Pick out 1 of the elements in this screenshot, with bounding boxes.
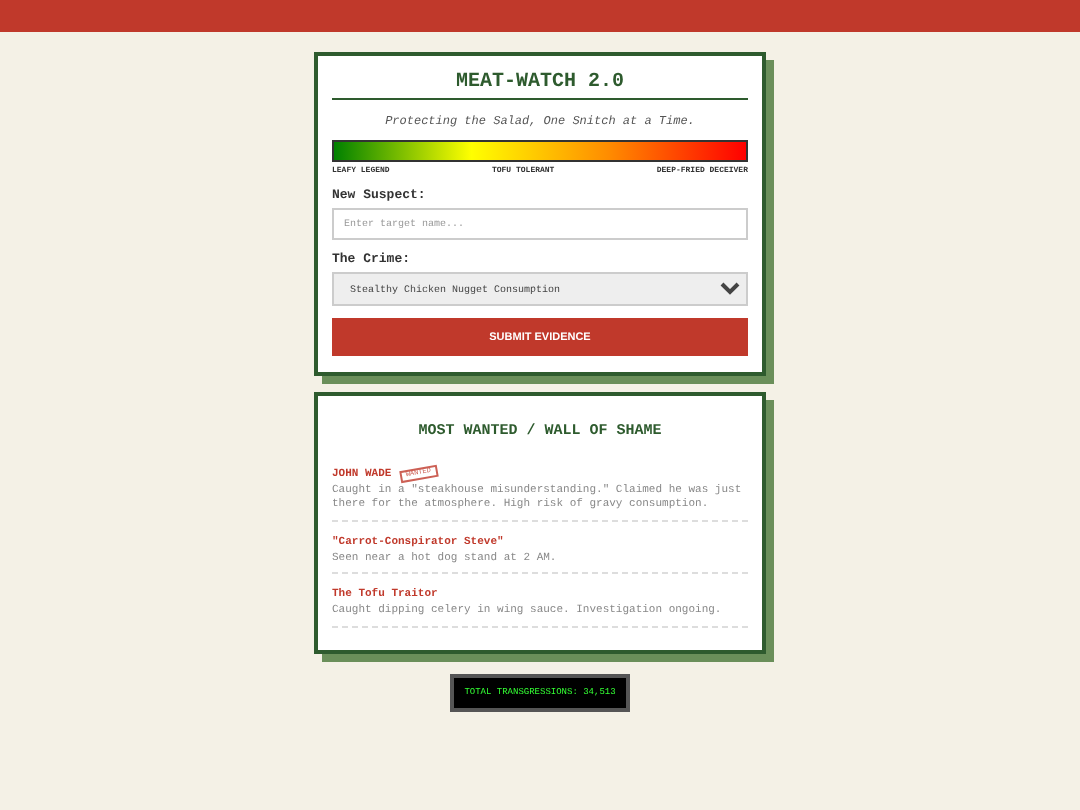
app-title: MEAT-WATCH 2.0 bbox=[332, 72, 748, 100]
